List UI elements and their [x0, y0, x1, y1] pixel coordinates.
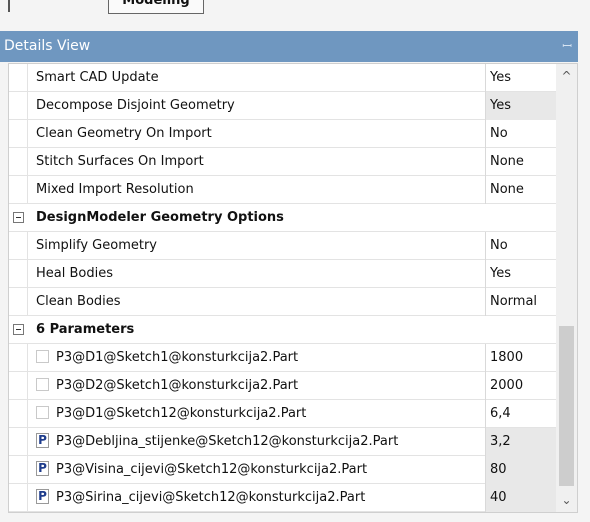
parameter-p-icon[interactable]: P — [36, 433, 49, 448]
property-name: Stitch Surfaces On Import — [28, 148, 485, 176]
property-name: Heal Bodies — [28, 260, 485, 288]
details-view-title: Details View — [4, 38, 91, 54]
property-name: Decompose Disjoint Geometry — [28, 92, 485, 120]
property-value[interactable]: No — [485, 120, 556, 148]
property-name: P P3@Sirina_cijevi@Sketch12@konsturkcija2… — [28, 484, 485, 512]
property-name-text: P3@Visina_cijevi@Sketch12@konsturkcija2.… — [56, 462, 368, 477]
row-gutter — [9, 260, 28, 288]
row-gutter — [9, 428, 28, 456]
property-value[interactable]: Yes — [485, 92, 556, 120]
row-gutter — [9, 484, 28, 512]
property-name-text: Clean Bodies — [36, 294, 121, 309]
property-name: Mixed Import Resolution — [28, 176, 485, 204]
property-row[interactable]: Clean Bodies Normal — [9, 288, 556, 316]
scroll-up-icon[interactable]: ^ — [556, 66, 577, 86]
property-name-text: Simplify Geometry — [36, 238, 157, 253]
parameter-row[interactable]: P P3@Visina_cijevi@Sketch12@konsturkcija2… — [9, 456, 556, 484]
property-name-text: P3@D1@Sketch1@konsturkcija2.Part — [56, 350, 299, 365]
property-row[interactable]: Simplify Geometry No — [9, 232, 556, 260]
row-gutter — [9, 64, 28, 92]
row-gutter — [9, 372, 28, 400]
group-designmodeler-options[interactable]: DesignModeler Geometry Options — [9, 204, 556, 232]
property-name: Simplify Geometry — [28, 232, 485, 260]
property-name: P P3@Visina_cijevi@Sketch12@konsturkcija2… — [28, 456, 485, 484]
property-row[interactable]: Mixed Import Resolution None — [9, 176, 556, 204]
property-name-text: Stitch Surfaces On Import — [36, 154, 204, 169]
row-gutter — [9, 120, 28, 148]
row-gutter — [9, 456, 28, 484]
scroll-thumb[interactable] — [559, 326, 574, 486]
parameter-row[interactable]: P3@D1@Sketch1@konsturkcija2.Part 1800 — [9, 344, 556, 372]
property-row[interactable]: Smart CAD Update Yes — [9, 64, 556, 92]
parameter-p-icon[interactable]: P — [36, 461, 49, 476]
property-value[interactable]: None — [485, 148, 556, 176]
group-label: DesignModeler Geometry Options — [36, 210, 284, 225]
property-row[interactable]: Decompose Disjoint Geometry Yes — [9, 92, 556, 120]
parameter-checkbox[interactable] — [36, 406, 49, 419]
property-value[interactable]: 80 — [485, 456, 556, 484]
row-gutter — [9, 148, 28, 176]
tab-edge — [8, 0, 10, 12]
property-name: P3@D1@Sketch12@konsturkcija2.Part — [28, 400, 485, 428]
details-view-header: Details View ꟷ — [0, 31, 578, 62]
property-value[interactable]: 40 — [485, 484, 556, 512]
row-gutter — [9, 400, 28, 428]
parameter-checkbox[interactable] — [36, 350, 49, 363]
collapse-icon[interactable] — [13, 324, 24, 335]
details-grid: ^ ⌄ Smart CAD Update Yes Decompose Disjoin… — [8, 63, 578, 513]
group-label: 6 Parameters — [36, 322, 135, 337]
property-name-text: Mixed Import Resolution — [36, 182, 194, 197]
property-name-text: Heal Bodies — [36, 266, 113, 281]
property-row[interactable]: Heal Bodies Yes — [9, 260, 556, 288]
row-gutter — [9, 288, 28, 316]
property-value[interactable]: No — [485, 232, 556, 260]
pin-icon[interactable]: ꟷ — [562, 31, 572, 62]
parameter-row[interactable]: P3@D1@Sketch12@konsturkcija2.Part 6,4 — [9, 400, 556, 428]
property-name-text: P3@Sirina_cijevi@Sketch12@konsturkcija2.… — [56, 490, 366, 505]
group-parameters[interactable]: 6 Parameters — [9, 316, 556, 344]
tab-strip: Modeling — [0, 0, 590, 30]
parameter-p-icon[interactable]: P — [36, 489, 49, 504]
vertical-scrollbar[interactable]: ^ ⌄ — [556, 64, 577, 512]
property-row[interactable]: Stitch Surfaces On Import None — [9, 148, 556, 176]
property-row[interactable]: Clean Geometry On Import No — [9, 120, 556, 148]
row-gutter — [9, 92, 28, 120]
row-gutter — [9, 232, 28, 260]
parameter-row[interactable]: P3@D2@Sketch1@konsturkcija2.Part 2000 — [9, 372, 556, 400]
property-name-text: P3@D1@Sketch12@konsturkcija2.Part — [56, 406, 307, 421]
property-value[interactable]: 2000 — [485, 372, 556, 400]
property-value[interactable]: 3,2 — [485, 428, 556, 456]
property-value[interactable]: 1800 — [485, 344, 556, 372]
row-gutter — [9, 176, 28, 204]
property-name: Clean Geometry On Import — [28, 120, 485, 148]
property-name: Smart CAD Update — [28, 64, 485, 92]
property-name-text: P3@D2@Sketch1@konsturkcija2.Part — [56, 378, 299, 393]
property-name: P3@D1@Sketch1@konsturkcija2.Part — [28, 344, 485, 372]
property-name-text: Smart CAD Update — [36, 70, 159, 85]
collapse-icon[interactable] — [13, 212, 24, 223]
property-name-text: P3@Debljina_stijenke@Sketch12@konsturkci… — [56, 434, 399, 449]
tab-modeling[interactable]: Modeling — [108, 0, 204, 14]
property-name-text: Clean Geometry On Import — [36, 126, 212, 141]
scroll-down-icon[interactable]: ⌄ — [556, 490, 577, 510]
property-name: P P3@Debljina_stijenke@Sketch12@konsturkc… — [28, 428, 485, 456]
parameter-row[interactable]: P P3@Debljina_stijenke@Sketch12@konsturkc… — [9, 428, 556, 456]
property-value[interactable]: None — [485, 176, 556, 204]
row-gutter — [9, 344, 28, 372]
parameter-row[interactable]: P P3@Sirina_cijevi@Sketch12@konsturkcija2… — [9, 484, 556, 512]
property-name: P3@D2@Sketch1@konsturkcija2.Part — [28, 372, 485, 400]
property-value[interactable]: Normal — [485, 288, 556, 316]
property-name-text: Decompose Disjoint Geometry — [36, 98, 235, 113]
property-value[interactable]: Yes — [485, 260, 556, 288]
property-value[interactable]: Yes — [485, 64, 556, 92]
property-name: Clean Bodies — [28, 288, 485, 316]
parameter-checkbox[interactable] — [36, 378, 49, 391]
property-value[interactable]: 6,4 — [485, 400, 556, 428]
